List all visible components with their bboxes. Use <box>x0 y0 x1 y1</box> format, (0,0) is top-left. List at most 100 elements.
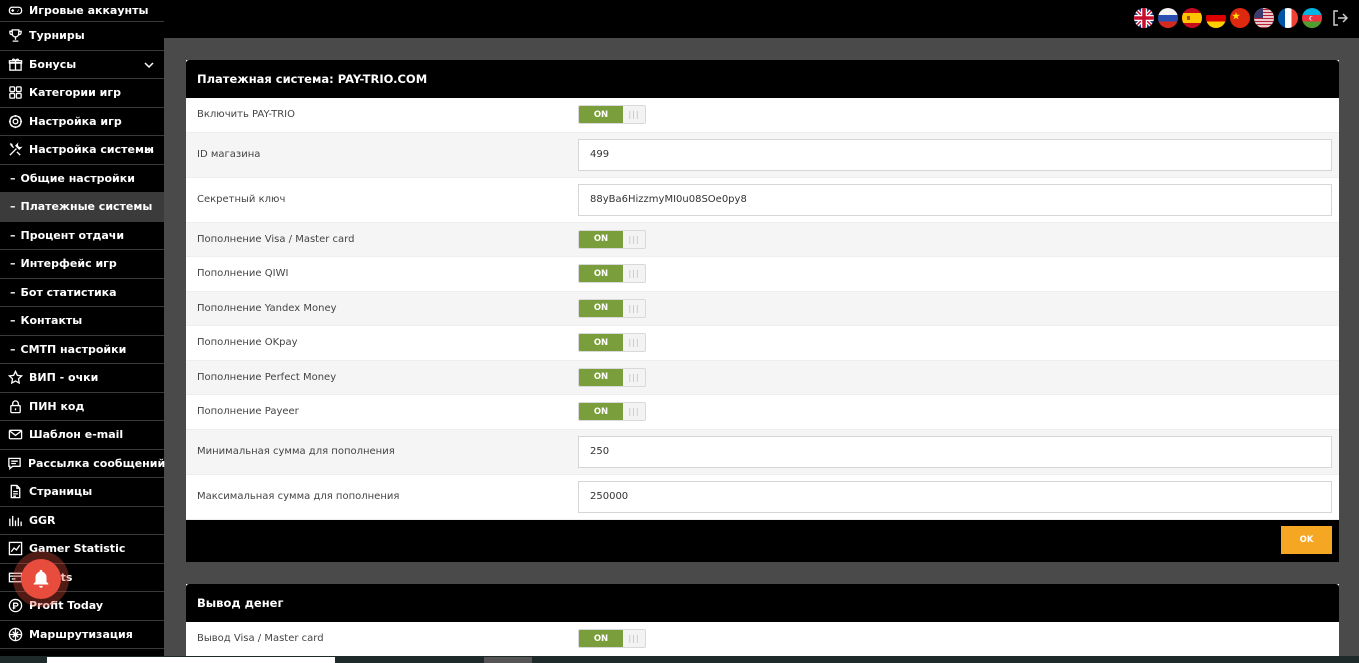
payment-system-card: Платежная система: PAY-TRIO.COM Включить… <box>186 60 1339 562</box>
sidebar-item-email-template[interactable]: Шаблон e-mail <box>0 421 164 450</box>
sidebar-item-label: Рассылка сообщений <box>28 456 166 470</box>
bell-icon <box>33 569 49 588</box>
gamepad-icon <box>7 3 23 19</box>
min-deposit-input[interactable] <box>578 435 1332 468</box>
withdraw-visa-toggle[interactable]: ON ||| <box>578 629 646 649</box>
setting-label: Максимальная сумма для пополнения <box>197 491 400 502</box>
trophy-icon <box>7 28 23 44</box>
enable-paytrio-toggle[interactable]: ON ||| <box>578 105 646 125</box>
secret-key-input[interactable] <box>578 183 1332 216</box>
sidebar-item-smtp-settings[interactable]: – СМТП настройки <box>0 336 164 364</box>
language-switcher <box>1134 8 1322 28</box>
setting-label: Минимальная сумма для пополнения <box>197 446 395 457</box>
okpay-toggle[interactable]: ON ||| <box>578 333 646 353</box>
sidebar-item-routing[interactable]: Маршрутизация <box>0 621 164 649</box>
star-icon <box>7 370 23 386</box>
document-icon <box>7 484 23 500</box>
sidebar-item-label: Шаблон e-mail <box>29 428 124 442</box>
sidebar-item-general-settings[interactable]: – Общие настройки <box>0 165 164 193</box>
sidebar-item-label: Бот статистика <box>20 285 117 299</box>
sidebar-item-label: Настройка системы <box>29 143 154 157</box>
sidebar-item-label: ВИП - очки <box>29 371 99 385</box>
sidebar-item-game-accounts[interactable]: Игровые аккаунты <box>0 0 164 22</box>
setting-row-max-deposit: Максимальная сумма для пополнения <box>186 475 1339 520</box>
lock-icon <box>7 398 23 414</box>
qiwi-toggle[interactable]: ON ||| <box>578 264 646 284</box>
profit-icon <box>7 598 23 614</box>
mail-icon <box>7 427 23 443</box>
setting-label: Включить PAY-TRIO <box>197 109 295 121</box>
setting-row-perfect-money: Пополнение Perfect Money ON ||| <box>186 360 1339 395</box>
uk-flag-icon[interactable] <box>1134 8 1154 28</box>
sidebar-item-label: Настройка игр <box>29 114 122 128</box>
visa-mastercard-toggle[interactable]: ON ||| <box>578 229 646 249</box>
setting-row-min-deposit: Минимальная сумма для пополнения <box>186 429 1339 475</box>
usa-flag-icon[interactable] <box>1254 8 1274 28</box>
routing-icon <box>7 626 23 642</box>
tools-icon <box>7 142 23 158</box>
setting-row-withdraw-visa: Вывод Visa / Master card ON ||| <box>186 622 1339 657</box>
sidebar-item-pages[interactable]: Страницы <box>0 478 164 507</box>
sidebar-item-game-categories[interactable]: Категории игр <box>0 79 164 108</box>
setting-label: Секретный ключ <box>197 194 286 205</box>
sidebar-item-label: ПИН код <box>29 399 85 413</box>
setting-label: Пополнение OKpay <box>197 337 298 349</box>
ok-button[interactable]: OK <box>1281 525 1332 554</box>
setting-label: Пополнение QIWI <box>197 268 289 280</box>
sidebar-item-ggr[interactable]: GGR <box>0 507 164 535</box>
sidebar-item-system-settings[interactable]: Настройка системы <box>0 136 164 165</box>
chevron-down-icon <box>143 59 155 71</box>
setting-label: Пополнение Payeer <box>197 406 299 418</box>
azerbaijan-flag-icon[interactable] <box>1302 8 1322 28</box>
setting-row-visa-mastercard: Пополнение Visa / Master card ON ||| <box>186 222 1339 257</box>
france-flag-icon[interactable] <box>1278 8 1298 28</box>
setting-row-yandex-money: Пополнение Yandex Money ON ||| <box>186 291 1339 326</box>
sidebar-item-message-broadcast[interactable]: Рассылка сообщений <box>0 450 166 478</box>
setting-label: Пополнение Yandex Money <box>197 302 337 314</box>
yandex-money-toggle[interactable]: ON ||| <box>578 298 646 318</box>
setting-label: Пополнение Visa / Master card <box>197 233 355 245</box>
sidebar-item-game-interface[interactable]: – Интерфейс игр <box>0 250 164 279</box>
sidebar-item-label: GGR <box>29 513 56 527</box>
taskbar-strip <box>0 656 1359 663</box>
setting-row-payeer: Пополнение Payeer ON ||| <box>186 395 1339 430</box>
sidebar-item-payment-systems[interactable]: – Платежные системы <box>0 193 164 222</box>
china-flag-icon[interactable] <box>1230 8 1250 28</box>
setting-row-qiwi: Пополнение QIWI ON ||| <box>186 257 1339 292</box>
card-title: Платежная система: PAY-TRIO.COM <box>186 60 1339 98</box>
sidebar-item-label: Общие настройки <box>20 171 135 185</box>
sidebar-item-bot-statistics[interactable]: – Бот статистика <box>0 279 164 307</box>
setting-row-secret-key: Секретный ключ <box>186 178 1339 223</box>
setting-row-okpay: Пополнение OKpay ON ||| <box>186 326 1339 361</box>
withdraw-card: Вывод денег Вывод Visa / Master card ON |… <box>186 584 1339 657</box>
gear-icon <box>7 113 23 129</box>
sidebar-item-label: Страницы <box>29 485 93 499</box>
sidebar-item-label: Платежные системы <box>20 200 153 214</box>
germany-flag-icon[interactable] <box>1206 8 1226 28</box>
sidebar-item-payout-percent[interactable]: – Процент отдачи <box>0 222 164 250</box>
spain-flag-icon[interactable] <box>1182 8 1202 28</box>
setting-label: ID магазина <box>197 149 261 160</box>
setting-row-enable-paytrio: Включить PAY-TRIO ON ||| <box>186 98 1339 133</box>
sidebar-item-label: Игровые аккаунты <box>29 4 149 17</box>
shop-id-input[interactable] <box>578 138 1332 171</box>
sidebar-item-game-settings[interactable]: Настройка игр <box>0 108 164 136</box>
max-deposit-input[interactable] <box>578 480 1332 513</box>
sidebar-item-tournaments[interactable]: Турниры <box>0 22 164 51</box>
russia-flag-icon[interactable] <box>1158 8 1178 28</box>
payeer-toggle[interactable]: ON ||| <box>578 402 646 422</box>
sidebar-item-label: Категории игр <box>29 86 122 100</box>
gift-icon <box>7 56 23 72</box>
grid-icon <box>7 85 23 101</box>
sidebar-item-pin-code[interactable]: ПИН код <box>0 393 164 421</box>
sidebar-item-label: СМТП настройки <box>20 342 127 356</box>
perfect-money-toggle[interactable]: ON ||| <box>578 367 646 387</box>
setting-label: Пополнение Perfect Money <box>197 371 337 383</box>
sidebar-item-vip-points[interactable]: ВИП - очки <box>0 364 164 393</box>
logout-icon[interactable] <box>1331 9 1351 29</box>
ggr-icon <box>7 512 23 528</box>
sidebar-item-label: Контакты <box>20 314 83 328</box>
sidebar-item-contacts[interactable]: – Контакты <box>0 307 164 336</box>
notification-bell-button[interactable] <box>13 551 69 607</box>
sidebar-item-bonuses[interactable]: Бонусы <box>0 51 164 79</box>
